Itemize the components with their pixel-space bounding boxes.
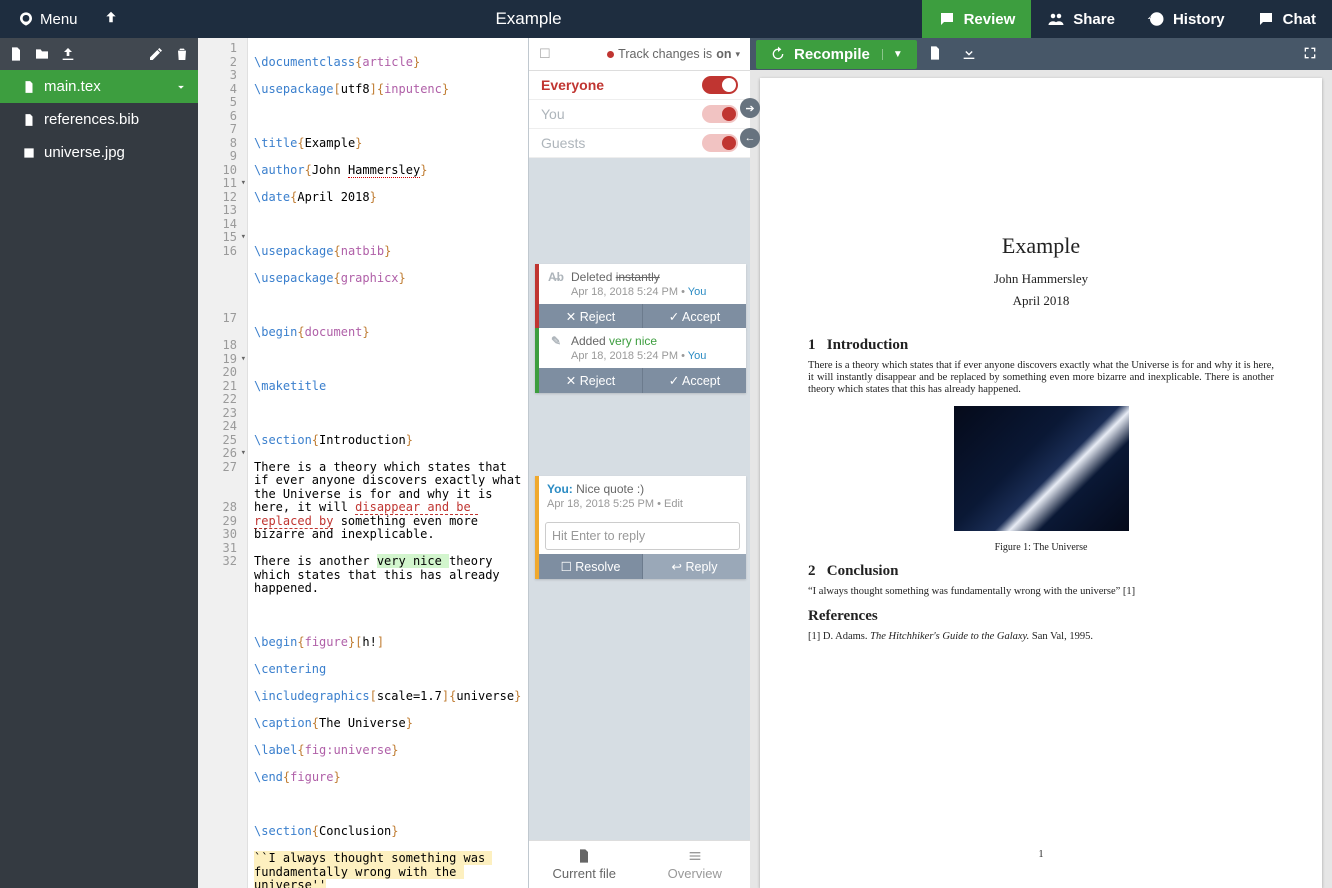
reply-button[interactable]: ↩ Reply: [643, 554, 746, 579]
pdf-page: Example John Hammersley April 2018 1 Int…: [760, 78, 1322, 888]
refresh-icon: [770, 46, 786, 62]
resolve-button[interactable]: ☐ Resolve: [539, 554, 643, 579]
chevron-down-icon[interactable]: ▼: [882, 49, 903, 60]
line-gutter: 1234567891011 ▾12131415 ▾16171819 ▾20212…: [198, 38, 248, 888]
list-icon: [687, 848, 703, 864]
file-icon: [22, 80, 36, 94]
file-item-universe-jpg[interactable]: universe.jpg: [0, 136, 198, 169]
toggle-switch[interactable]: [702, 76, 738, 94]
image-icon: [22, 146, 36, 160]
toggle-switch[interactable]: [702, 105, 738, 123]
archive-icon[interactable]: ☐: [539, 46, 551, 62]
pdf-preview: Recompile ▼ Example John Hammersley Apri…: [750, 38, 1332, 888]
toggle-switch[interactable]: [702, 134, 738, 152]
new-file-icon[interactable]: [8, 46, 24, 62]
toggle-guests[interactable]: Guests: [529, 129, 750, 158]
track-dot-icon: [607, 51, 614, 58]
file-sidebar: main.tex references.bib universe.jpg: [0, 38, 198, 888]
change-card-deleted: A̶b Deleted instantly Apr 18, 2018 5:24 …: [535, 264, 746, 329]
comment-card: You: Nice quote :) Apr 18, 2018 5:25 PM …: [535, 476, 746, 579]
pane-collapse-left[interactable]: ←: [740, 128, 760, 148]
tab-current-file[interactable]: Current file: [529, 841, 640, 888]
delete-icon[interactable]: [174, 46, 190, 62]
reject-button[interactable]: ✕ Reject: [539, 368, 643, 393]
tab-overview[interactable]: Overview: [640, 841, 751, 888]
change-card-added: ✎ Added very nice Apr 18, 2018 5:24 PM •…: [535, 328, 746, 393]
recompile-button[interactable]: Recompile ▼: [756, 40, 917, 69]
download-icon: [961, 45, 977, 61]
edit-link[interactable]: Edit: [664, 498, 683, 510]
doc-title: Example: [808, 233, 1274, 259]
pencil-icon: ✎: [547, 334, 565, 348]
file-item-main-tex[interactable]: main.tex: [0, 70, 198, 103]
accept-button[interactable]: ✓ Accept: [643, 304, 746, 329]
doc-author: John Hammersley: [808, 271, 1274, 287]
accept-button[interactable]: ✓ Accept: [643, 368, 746, 393]
history-icon: [1147, 10, 1165, 28]
code-content[interactable]: \documentclass{article} \usepackage[utf8…: [248, 38, 528, 888]
file-item-references-bib[interactable]: references.bib: [0, 103, 198, 136]
share-button[interactable]: Share: [1031, 0, 1131, 38]
pdf-toolbar: Recompile ▼: [750, 38, 1332, 70]
strikethrough-icon: A̶b: [547, 270, 565, 284]
logs-button[interactable]: [919, 39, 951, 70]
download-button[interactable]: [953, 39, 985, 70]
up-arrow-icon: [104, 10, 118, 24]
reject-button[interactable]: ✕ Reject: [539, 304, 643, 329]
project-home-button[interactable]: [94, 4, 128, 34]
expand-icon: [1302, 45, 1318, 61]
review-panel: ☐ Track changes is on ▾ Everyone You Gue…: [528, 38, 750, 888]
menu-button[interactable]: Menu: [8, 5, 88, 34]
toggle-everyone[interactable]: Everyone: [529, 71, 750, 100]
chevron-down-icon[interactable]: [174, 80, 188, 94]
code-editor[interactable]: 1234567891011 ▾12131415 ▾16171819 ▾20212…: [198, 38, 528, 888]
file-toolbar: [0, 38, 198, 70]
overleaf-logo-icon: [18, 11, 34, 27]
fullscreen-button[interactable]: [1294, 39, 1326, 70]
file-icon: [927, 45, 943, 61]
file-icon: [576, 848, 592, 864]
review-button[interactable]: Review: [922, 0, 1032, 38]
figure-image: [954, 406, 1129, 531]
new-folder-icon[interactable]: [34, 46, 50, 62]
history-button[interactable]: History: [1131, 0, 1241, 38]
upload-icon[interactable]: [60, 46, 76, 62]
share-icon: [1047, 10, 1065, 28]
file-icon: [22, 113, 36, 127]
doc-date: April 2018: [808, 293, 1274, 309]
project-title: Example: [136, 9, 922, 29]
chat-button[interactable]: Chat: [1241, 0, 1332, 38]
top-bar: Menu Example Review Share History Chat: [0, 0, 1332, 38]
track-changes-status[interactable]: Track changes is on ▾: [607, 47, 740, 61]
review-footer: Current file Overview: [529, 840, 750, 888]
menu-label: Menu: [40, 11, 78, 28]
reply-input[interactable]: Hit Enter to reply: [545, 522, 740, 550]
pane-collapse-right[interactable]: ➔: [740, 98, 760, 118]
toggle-you[interactable]: You: [529, 100, 750, 129]
chat-icon: [1257, 10, 1275, 28]
review-icon: [938, 10, 956, 28]
rename-icon[interactable]: [148, 46, 164, 62]
